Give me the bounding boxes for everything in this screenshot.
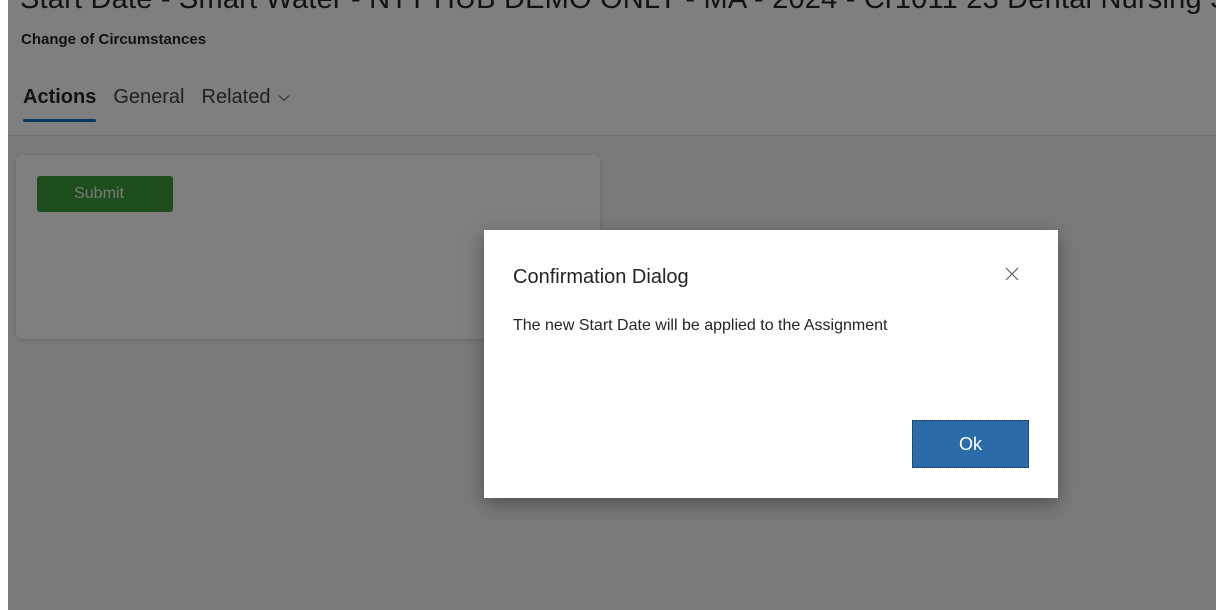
close-icon[interactable] <box>1002 264 1022 284</box>
confirmation-dialog: Confirmation Dialog The new Start Date w… <box>484 230 1058 498</box>
dialog-title: Confirmation Dialog <box>513 266 689 288</box>
ok-button[interactable]: Ok <box>912 420 1029 468</box>
dialog-message: The new Start Date will be applied to th… <box>513 317 888 334</box>
left-edge <box>0 0 8 610</box>
page: Start Date - Smart Water - NTT HUB DEMO … <box>0 0 1216 610</box>
